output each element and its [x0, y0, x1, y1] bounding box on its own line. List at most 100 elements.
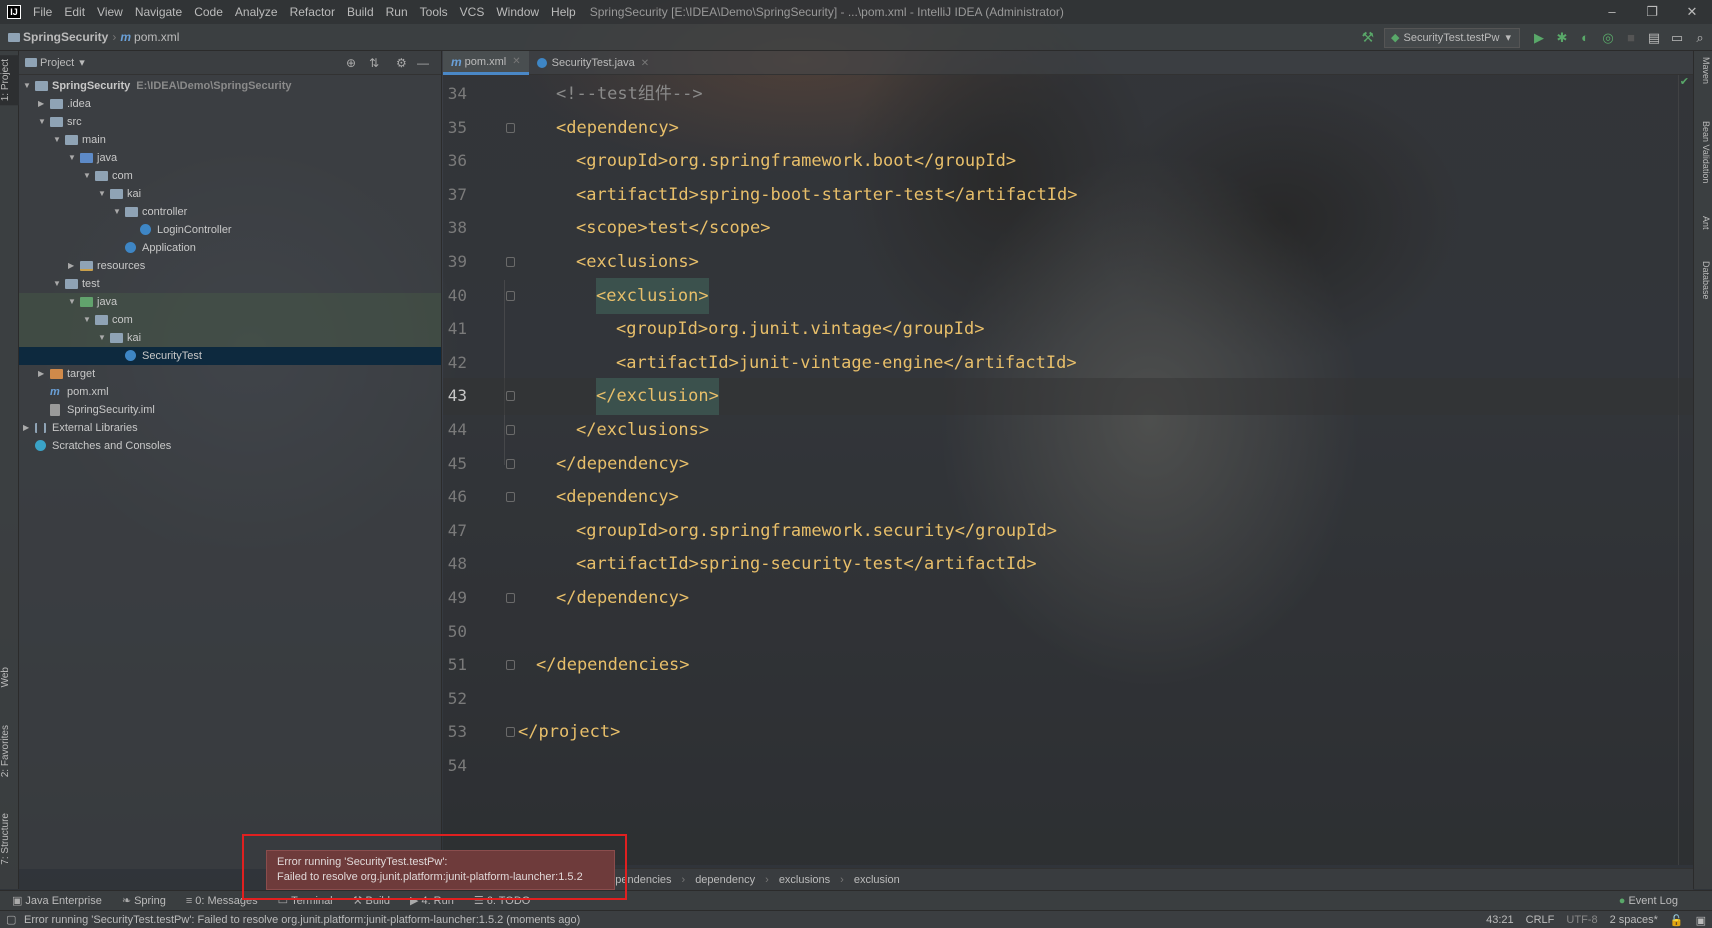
- expand-down-icon[interactable]: ▼: [68, 293, 78, 311]
- tab-maven[interactable]: Maven: [1696, 57, 1711, 84]
- expand-down-icon[interactable]: ▼: [113, 203, 123, 221]
- tab-structure[interactable]: 7: Structure: [0, 809, 19, 869]
- expand-down-icon[interactable]: ▼: [53, 131, 63, 149]
- line-separator[interactable]: CRLF: [1526, 914, 1555, 926]
- code-line[interactable]: 42 <artifactId>junit-vintage-engine</arti…: [443, 345, 1693, 382]
- run-icon[interactable]: ▶: [1528, 27, 1550, 49]
- tree-item[interactable]: LoginController: [19, 221, 441, 239]
- code-line[interactable]: 54: [443, 748, 1693, 785]
- expand-right-icon[interactable]: ▶: [23, 419, 33, 437]
- code-line[interactable]: 53 </project>: [443, 714, 1693, 751]
- code-line[interactable]: 44 </exclusions>: [443, 412, 1693, 449]
- profile-icon[interactable]: ◎: [1597, 27, 1619, 49]
- close-tab-icon[interactable]: ✕: [512, 56, 520, 67]
- tree-item[interactable]: ▶ target: [19, 365, 441, 383]
- fold-marker-icon[interactable]: [506, 660, 515, 671]
- caret-position[interactable]: 43:21: [1486, 914, 1514, 926]
- breadcrumb-item[interactable]: exclusion: [854, 874, 900, 886]
- code-line[interactable]: 41 <groupId>org.junit.vintage</groupId>: [443, 311, 1693, 348]
- tree-item[interactable]: ▼ com: [19, 311, 441, 329]
- fold-marker-icon[interactable]: [506, 492, 515, 503]
- code-line[interactable]: 38 <scope>test</scope>: [443, 210, 1693, 247]
- tree-item[interactable]: SpringSecurity.iml: [19, 401, 441, 419]
- code-line[interactable]: 37 <artifactId>spring-boot-starter-test</…: [443, 177, 1693, 214]
- tool-window-java-enterprise[interactable]: ▣ Java Enterprise: [12, 894, 102, 907]
- expand-down-icon[interactable]: ▼: [83, 311, 93, 329]
- chevron-down-icon[interactable]: ▾: [79, 56, 85, 69]
- menu-tools[interactable]: Tools: [414, 0, 454, 24]
- tree-item[interactable]: ▶ External Libraries: [19, 419, 441, 437]
- hammer-icon[interactable]: ⚒: [1361, 29, 1374, 46]
- menu-run[interactable]: Run: [380, 0, 414, 24]
- tree-item[interactable]: ▼ java: [19, 149, 441, 167]
- collapse-all-icon[interactable]: ⇅: [369, 51, 379, 75]
- expand-down-icon[interactable]: ▼: [83, 167, 93, 185]
- fold-marker-icon[interactable]: [506, 290, 515, 301]
- code-line[interactable]: 35 <dependency>: [443, 110, 1693, 147]
- expand-down-icon[interactable]: ▼: [38, 113, 48, 131]
- code-line[interactable]: 46 <dependency>: [443, 479, 1693, 516]
- hide-icon[interactable]: —: [417, 51, 429, 75]
- menu-refactor[interactable]: Refactor: [284, 0, 341, 24]
- code-line[interactable]: 49 </dependency>: [443, 580, 1693, 617]
- fold-marker-icon[interactable]: [506, 727, 515, 738]
- tool-windows-toggle-icon[interactable]: ▢: [6, 913, 16, 926]
- code-line[interactable]: 48 <artifactId>spring-security-test</arti…: [443, 546, 1693, 583]
- tab-favorites[interactable]: 2: Favorites: [0, 721, 19, 781]
- menu-code[interactable]: Code: [188, 0, 229, 24]
- close-button[interactable]: ✕: [1672, 0, 1712, 24]
- memory-indicator-icon[interactable]: ▣: [1696, 914, 1706, 927]
- menu-vcs[interactable]: VCS: [454, 0, 491, 24]
- tree-item[interactable]: m pom.xml: [19, 383, 441, 401]
- tree-item[interactable]: ▼ test: [19, 275, 441, 293]
- indent-setting[interactable]: 2 spaces*: [1610, 914, 1658, 926]
- tab-project[interactable]: 1: Project: [0, 55, 19, 106]
- fold-marker-icon[interactable]: [506, 122, 515, 133]
- editor-tab[interactable]: SecurityTest.java ✕: [529, 51, 658, 75]
- breadcrumb-item[interactable]: dependency: [695, 874, 755, 886]
- tree-item[interactable]: ▼ src: [19, 113, 441, 131]
- fold-marker-icon[interactable]: [506, 593, 515, 603]
- code-line[interactable]: 51 </dependencies>: [443, 647, 1693, 684]
- code-editor[interactable]: ✔ 34 <!--test组件--> 35 <dependency> 36 <groupI…: [443, 75, 1693, 865]
- gear-icon[interactable]: ⚙: [396, 51, 407, 75]
- code-line[interactable]: 50: [443, 614, 1693, 651]
- tree-item[interactable]: ▶ .idea: [19, 95, 441, 113]
- code-line[interactable]: 34 <!--test组件-->: [443, 76, 1693, 113]
- tree-item[interactable]: ▼ kai: [19, 185, 441, 203]
- locate-icon[interactable]: ⊕: [346, 51, 356, 75]
- code-line[interactable]: 36 <groupId>org.springframework.boot</gro…: [443, 143, 1693, 180]
- coverage-icon[interactable]: ◐: [1574, 27, 1596, 49]
- nav-file-crumb[interactable]: pom.xml: [134, 30, 179, 44]
- code-line[interactable]: 39 <exclusions>: [443, 244, 1693, 281]
- tree-item[interactable]: ▼ com: [19, 167, 441, 185]
- file-encoding[interactable]: UTF-8: [1566, 914, 1597, 926]
- tree-item[interactable]: SecurityTest: [19, 347, 441, 365]
- tree-item[interactable]: ▼ controller: [19, 203, 441, 221]
- minimize-button[interactable]: –: [1592, 0, 1632, 24]
- run-configuration-select[interactable]: ◆ SecurityTest.testPw ▾: [1384, 27, 1520, 48]
- menu-window[interactable]: Window: [490, 0, 545, 24]
- code-line[interactable]: 52: [443, 681, 1693, 718]
- menu-file[interactable]: File: [27, 0, 58, 24]
- tab-bean-validation[interactable]: Bean Validation: [1696, 121, 1711, 183]
- fold-marker-icon[interactable]: [506, 257, 515, 267]
- breadcrumb-item[interactable]: exclusions: [779, 874, 830, 886]
- tree-item[interactable]: Scratches and Consoles: [19, 437, 441, 455]
- tree-item[interactable]: ▶ resources: [19, 257, 441, 275]
- search-icon[interactable]: ⌕: [1689, 27, 1711, 49]
- nav-project-crumb[interactable]: SpringSecurity: [23, 30, 108, 44]
- expand-down-icon[interactable]: ▼: [53, 275, 63, 293]
- expand-right-icon[interactable]: ▶: [68, 257, 78, 275]
- tree-item[interactable]: ▼ kai: [19, 329, 441, 347]
- tree-item[interactable]: ▼ java: [19, 293, 441, 311]
- code-line[interactable]: 40 <exclusion>: [443, 277, 1693, 315]
- layout-icon[interactable]: ▭: [1666, 27, 1688, 49]
- menu-navigate[interactable]: Navigate: [129, 0, 188, 24]
- close-tab-icon[interactable]: ✕: [641, 58, 649, 69]
- restore-button[interactable]: ❐: [1632, 0, 1672, 24]
- code-line[interactable]: 47 <groupId>org.springframework.security<…: [443, 513, 1693, 550]
- tab-database[interactable]: Database: [1696, 261, 1711, 300]
- menu-view[interactable]: View: [91, 0, 129, 24]
- stop-icon[interactable]: ■: [1620, 27, 1642, 49]
